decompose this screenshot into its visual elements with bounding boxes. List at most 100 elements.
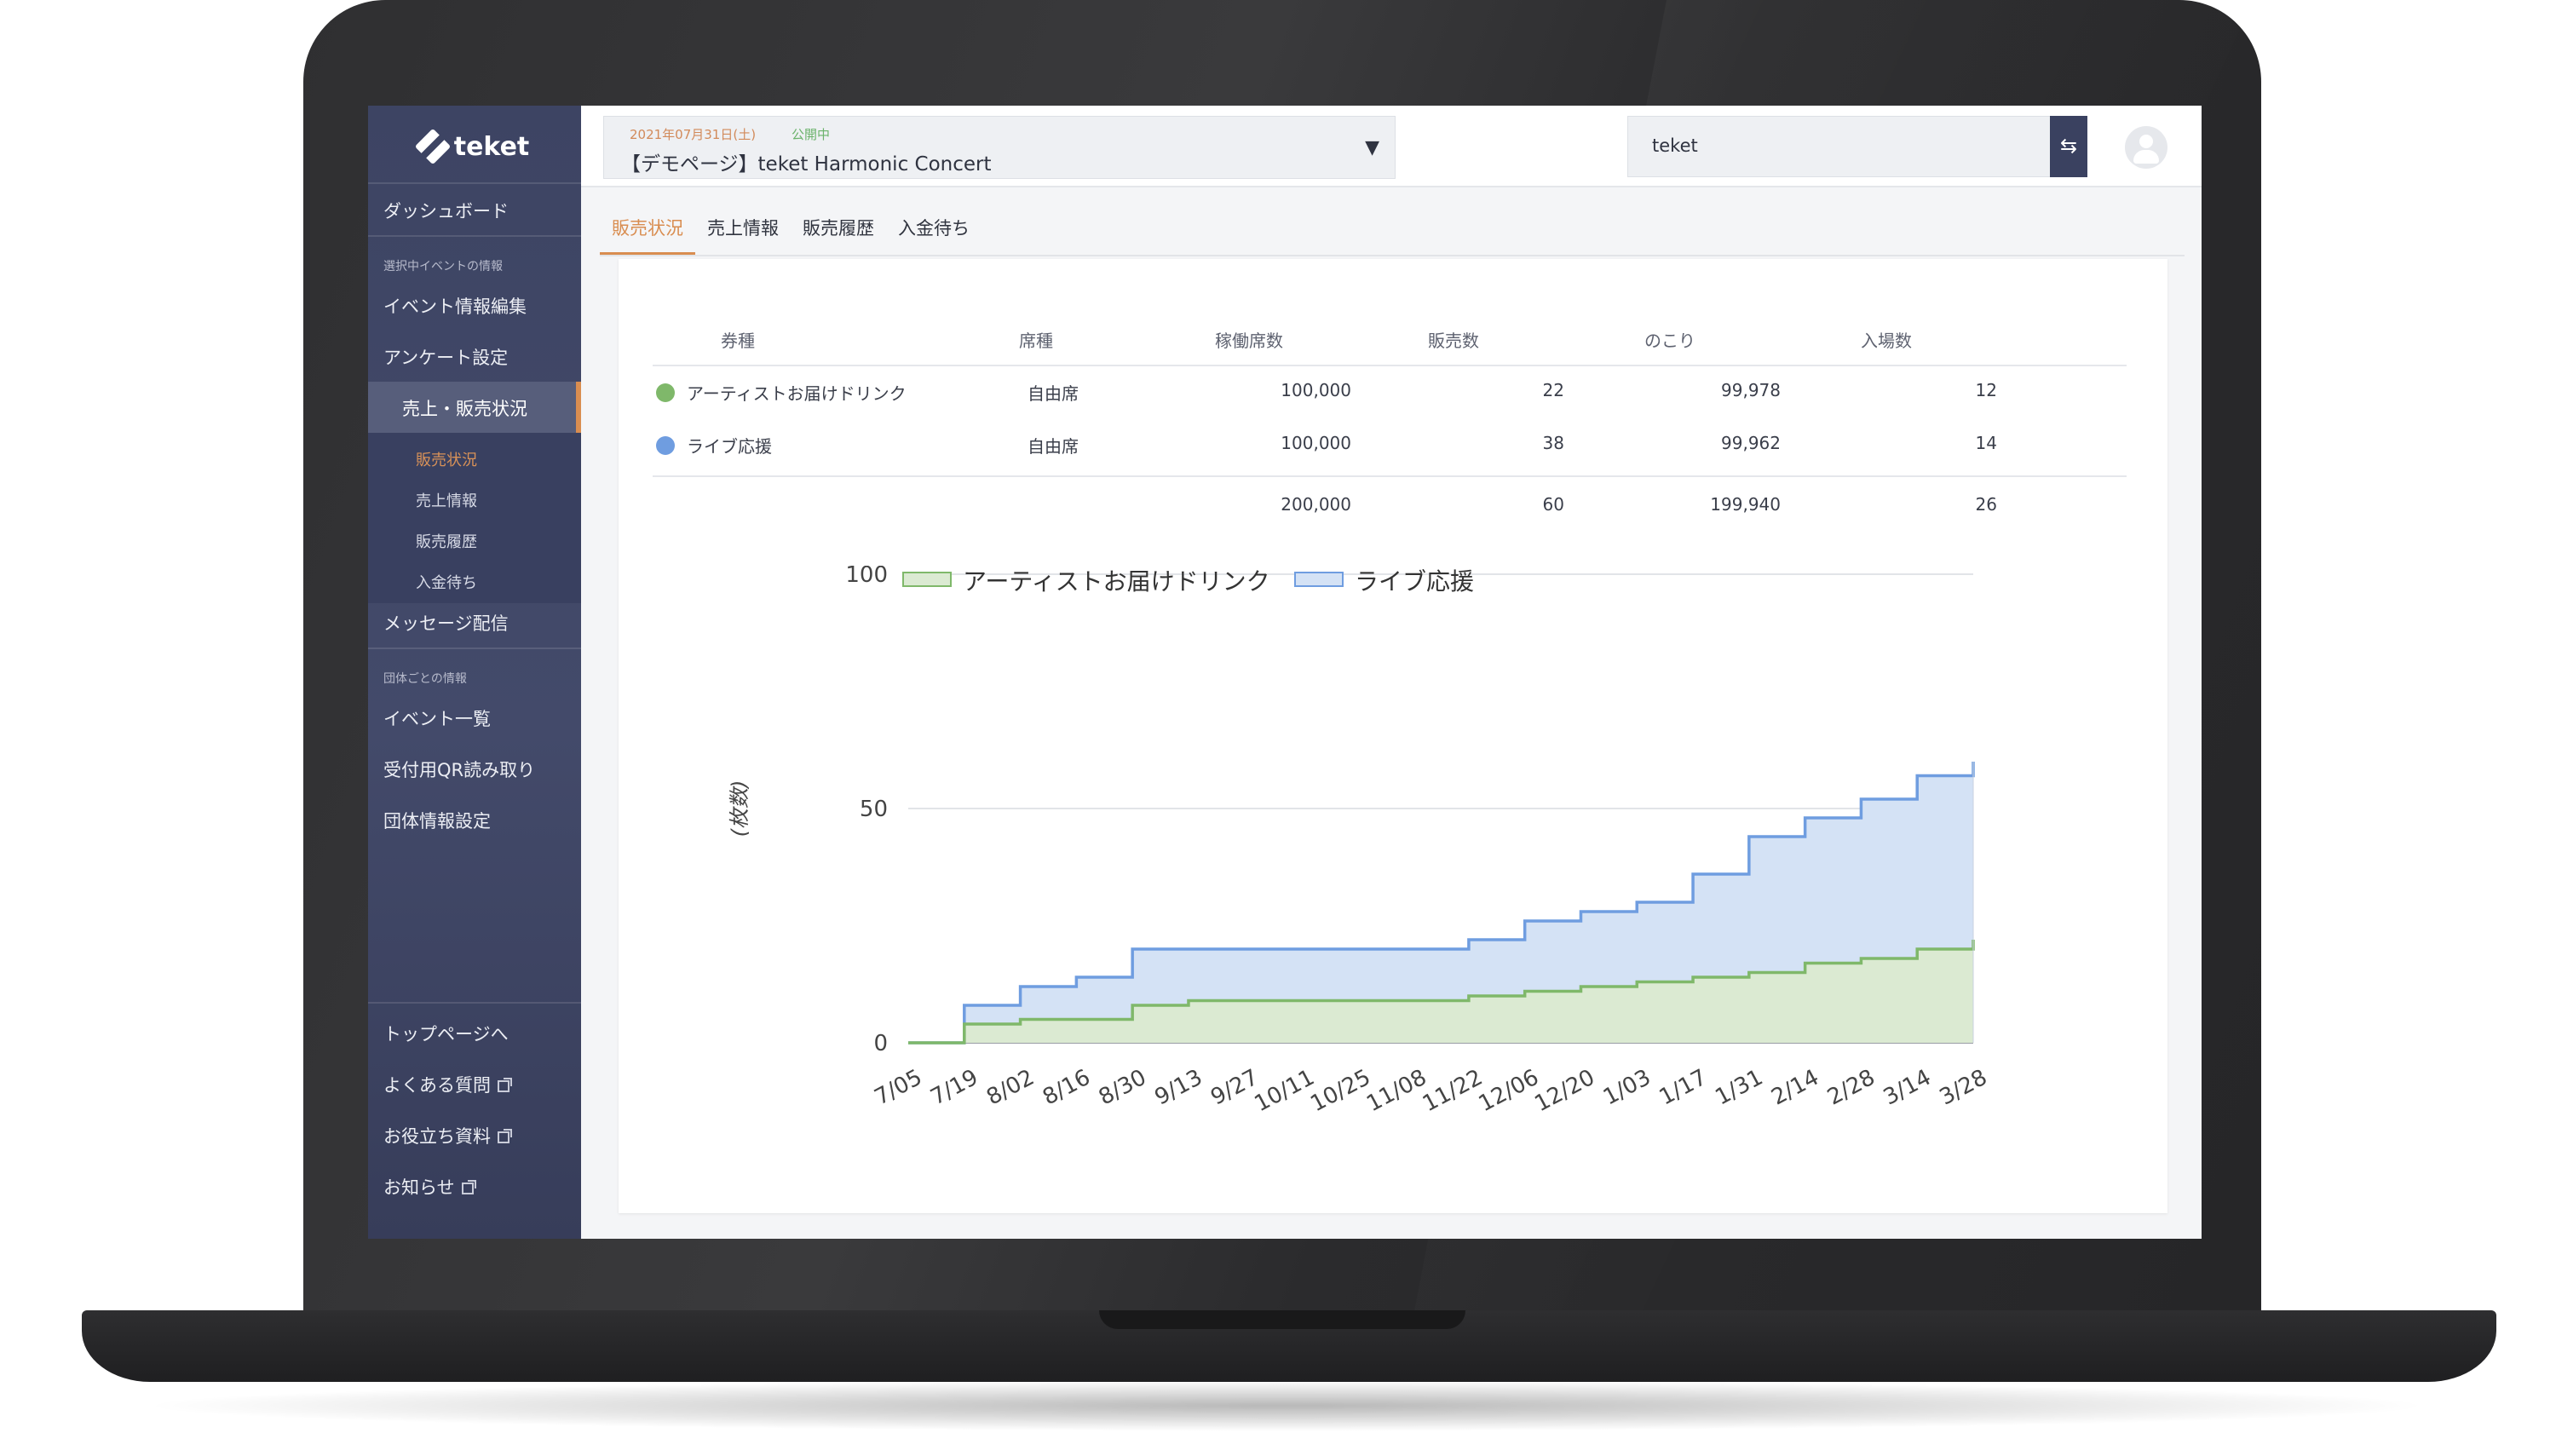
row-sold: 22 (1542, 380, 1564, 400)
user-avatar-icon[interactable] (2125, 126, 2167, 169)
x-tick-label: 3/14 (1880, 1065, 1936, 1111)
external-link-icon (461, 1180, 476, 1194)
sales-area-chart: 050100(枚数)7/05 7/19 8/02 8/16 8/30 9/13 9/2710… (728, 566, 1992, 1118)
sidebar-item-sales-status-label: 売上・販売状況 (402, 399, 527, 419)
x-tick-label: 1/17 (1655, 1065, 1712, 1111)
sidebar-divider (368, 647, 581, 649)
sidebar-sub-sales-status[interactable]: 販売状況 (416, 448, 477, 470)
x-tick-label: 8/02 (982, 1065, 1039, 1111)
y-tick-label: 50 (860, 797, 888, 822)
y-tick-label: 100 (845, 566, 888, 588)
sidebar-sub-awaiting-payment[interactable]: 入金待ち (416, 571, 477, 593)
sidebar-item-dashboard[interactable]: ダッシュボード (383, 198, 509, 223)
x-tick-label: 8/30 (1095, 1065, 1151, 1111)
tab-awaiting-payment[interactable]: 入金待ち (886, 215, 982, 256)
legend-label: アーティストお届けドリンク (963, 567, 1270, 596)
x-tick-label: 11/22 (1419, 1065, 1487, 1118)
sidebar: teket ダッシュボード 選択中イベントの情報 イベント情報編集 アンケート設… (368, 106, 581, 1239)
external-link-icon (498, 1078, 512, 1092)
row-remaining: 99,978 (1721, 380, 1781, 400)
event-status-badge: 公開中 (792, 127, 831, 142)
sidebar-divider (368, 1002, 581, 1004)
row-capacity: 100,000 (1281, 380, 1351, 400)
tab-revenue[interactable]: 売上情報 (695, 215, 791, 256)
row-entered: 14 (1975, 433, 1997, 453)
row-sold: 38 (1542, 433, 1564, 453)
sidebar-item-survey[interactable]: アンケート設定 (383, 344, 508, 370)
row-seat-type: 自由席 (1028, 383, 1079, 404)
legend-label: ライブ応援 (1355, 567, 1474, 596)
row-ticket-name: アーティストお届けドリンク (687, 383, 907, 404)
sidebar-divider (368, 235, 581, 237)
caret-down-icon: ▼ (1365, 137, 1379, 158)
col-header-ticket-type: 券種 (721, 331, 755, 351)
sidebar-item-top-page[interactable]: トップページへ (383, 1021, 509, 1046)
x-tick-label: 2/28 (1823, 1065, 1880, 1111)
col-header-entered: 入場数 (1861, 331, 1912, 351)
x-tick-label: 7/19 (926, 1065, 982, 1111)
laptop-shadow (136, 1380, 2437, 1431)
total-entered: 26 (1975, 494, 1997, 515)
x-tick-label: 2/14 (1767, 1065, 1823, 1111)
sidebar-item-qr[interactable]: 受付用QR読み取り (383, 757, 535, 782)
event-name: 【デモページ】teket Harmonic Concert (621, 153, 992, 176)
row-ticket-name: ライブ応援 (687, 436, 772, 457)
sidebar-sub-history[interactable]: 販売履歴 (416, 530, 477, 552)
x-tick-label: 3/28 (1936, 1065, 1992, 1111)
sidebar-item-message[interactable]: メッセージ配信 (383, 610, 509, 636)
sidebar-item-event-list[interactable]: イベント一覧 (383, 705, 491, 731)
row-entered: 12 (1975, 380, 1997, 400)
col-header-seat-type: 席種 (1019, 331, 1053, 351)
logo-text: teket (453, 131, 530, 162)
x-tick-label: 9/13 (1151, 1065, 1207, 1111)
y-axis-label: (枚数) (728, 780, 751, 837)
col-header-remaining: のこり (1644, 331, 1695, 351)
row-seat-type: 自由席 (1028, 436, 1079, 457)
logo[interactable]: teket (368, 123, 581, 170)
x-tick-label: 12/20 (1531, 1065, 1599, 1118)
row-capacity: 100,000 (1281, 433, 1351, 453)
sidebar-sub-revenue[interactable]: 売上情報 (416, 489, 477, 511)
tab-history[interactable]: 販売履歴 (791, 215, 886, 256)
sidebar-item-event-edit[interactable]: イベント情報編集 (383, 293, 527, 319)
swap-organization-button[interactable]: ⇆ (2050, 116, 2087, 177)
sidebar-item-faq[interactable]: よくある質問 (383, 1072, 512, 1097)
x-tick-label: 12/06 (1475, 1065, 1543, 1118)
resources-label: お役立ち資料 (383, 1126, 491, 1147)
tab-divider (600, 255, 2185, 256)
total-remaining: 199,940 (1710, 494, 1781, 515)
sidebar-item-news[interactable]: お知らせ (383, 1174, 476, 1200)
sidebar-divider (368, 182, 581, 184)
organization-field[interactable]: teket (1627, 116, 2084, 177)
faq-label: よくある質問 (383, 1075, 491, 1096)
x-tick-label: 10/11 (1251, 1065, 1319, 1118)
laptop-notch (1099, 1310, 1465, 1329)
external-link-icon (498, 1129, 512, 1143)
app-screen: teket ダッシュボード 選択中イベントの情報 イベント情報編集 アンケート設… (368, 106, 2202, 1239)
sidebar-item-org-settings[interactable]: 団体情報設定 (383, 808, 491, 833)
legend-swatch (1294, 572, 1344, 587)
col-header-sold: 販売数 (1428, 331, 1479, 351)
x-tick-label: 8/16 (1039, 1065, 1095, 1111)
row-remaining: 99,962 (1721, 433, 1781, 453)
teket-logo-icon (414, 128, 451, 165)
swap-arrows-icon: ⇆ (2059, 134, 2078, 158)
x-tick-label: 7/05 (871, 1065, 927, 1111)
tab-bar: 販売状況 売上情報 販売履歴 入金待ち (600, 215, 982, 256)
x-tick-label: 1/03 (1599, 1065, 1655, 1111)
total-capacity: 200,000 (1281, 494, 1351, 515)
event-selector[interactable]: 2021年07月31日(土) 公開中 【デモページ】teket Harmonic… (603, 116, 1396, 179)
y-tick-label: 0 (873, 1031, 888, 1056)
legend-swatch (902, 572, 952, 587)
sidebar-item-sales-status[interactable]: 売上・販売状況 (368, 382, 581, 433)
event-date: 2021年07月31日(土) (630, 127, 757, 142)
sales-card: 券種 席種 稼働席数 販売数 のこり 入場数 アーティストお届けドリンク 自由席… (619, 259, 2167, 1213)
table-rule (653, 475, 2127, 477)
top-header: 2021年07月31日(土) 公開中 【デモページ】teket Harmonic… (581, 106, 2202, 187)
x-tick-label: 11/08 (1362, 1065, 1431, 1118)
tab-sales-status[interactable]: 販売状況 (600, 215, 695, 256)
sidebar-caption-org: 団体ごとの情報 (383, 672, 467, 686)
table-rule (653, 365, 2127, 366)
sidebar-item-resources[interactable]: お役立ち資料 (383, 1123, 512, 1148)
total-sold: 60 (1542, 494, 1564, 515)
